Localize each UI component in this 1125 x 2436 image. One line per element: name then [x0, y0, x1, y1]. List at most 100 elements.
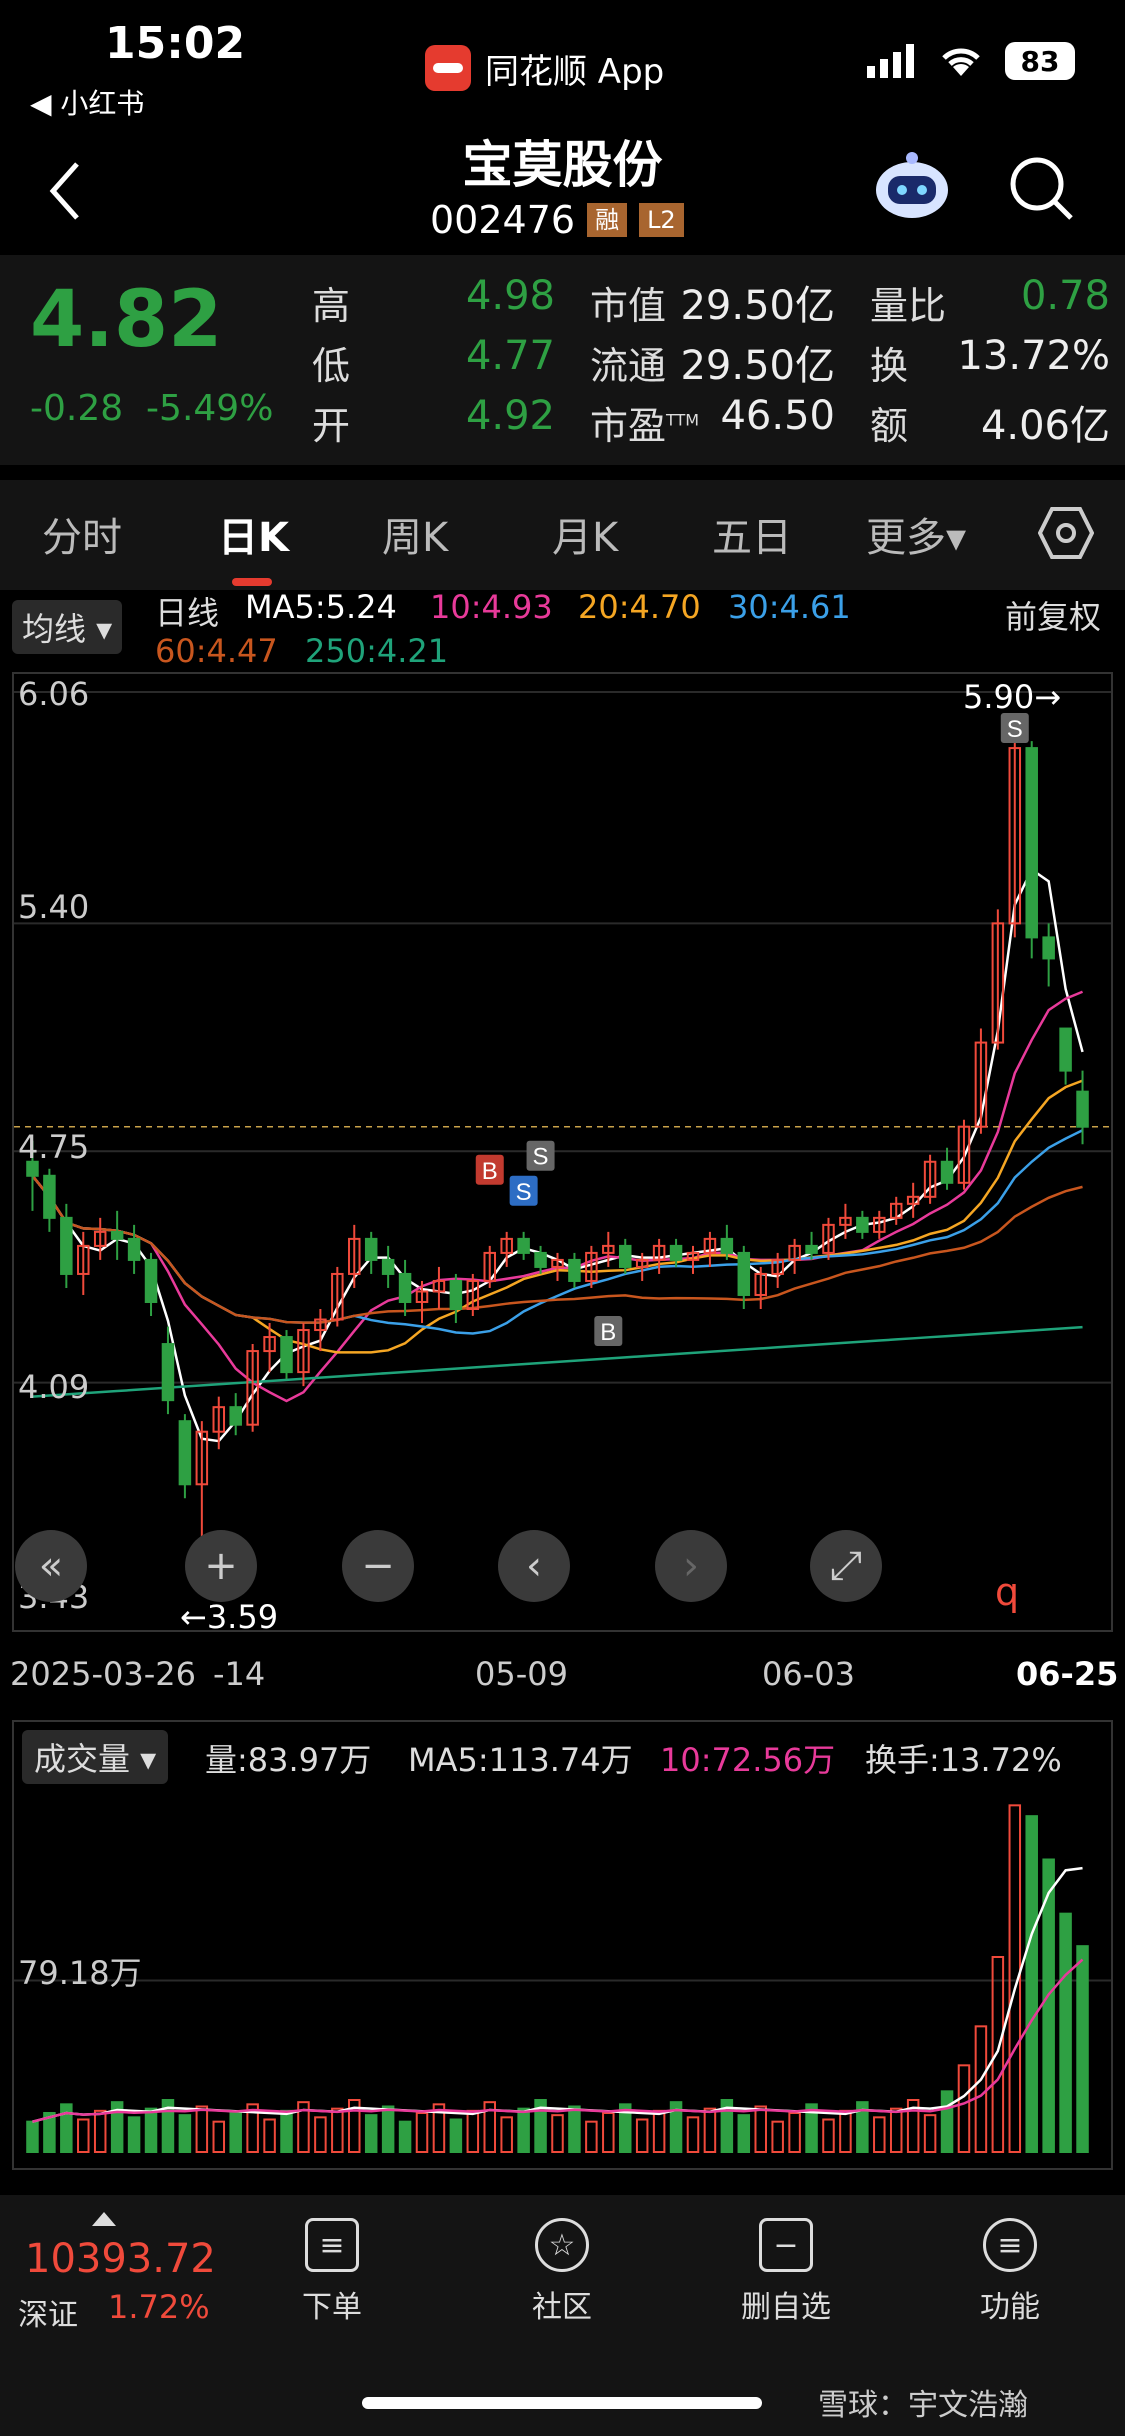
back-to-app-link[interactable]: ◀ 小红书: [30, 82, 144, 122]
volume-bar: [364, 2114, 378, 2153]
functions-button[interactable]: ≡ 功能: [940, 2218, 1080, 2326]
search-icon[interactable]: [1005, 152, 1075, 222]
candle-body: [618, 1244, 632, 1268]
scroll-left-button[interactable]: ‹: [498, 1530, 570, 1602]
ma5-value: MA5:5.24: [245, 588, 397, 626]
volume-bar: [957, 2064, 971, 2154]
volume-bar: [178, 2114, 192, 2153]
ma10-value: 10:4.93: [430, 588, 553, 626]
volume-bar: [568, 2105, 581, 2153]
volume-bar: [585, 2120, 598, 2153]
remove-watchlist-button[interactable]: − 删自选: [716, 2218, 856, 2326]
app-name: 同花顺 App: [425, 42, 664, 94]
low-value: 4.77: [465, 333, 555, 379]
fullscreen-button[interactable]: ⤢: [810, 1530, 882, 1602]
volume-bar: [127, 2116, 141, 2154]
price-axis-2: 5.40: [18, 888, 90, 926]
scroll-right-button[interactable]: ›: [655, 1530, 727, 1602]
kline-chart[interactable]: BSSBS: [12, 672, 1113, 1632]
zoom-in-button[interactable]: +: [185, 1530, 257, 1602]
candle-body: [534, 1251, 547, 1268]
volume-bar: [466, 2109, 480, 2154]
ma250-line: [32, 1325, 1083, 1398]
date-axis-end: 06-25: [1016, 1655, 1119, 1693]
volume-axis-label: 79.18万: [18, 1954, 142, 1992]
tab-monthly-k[interactable]: 月K: [552, 505, 618, 563]
candle-body: [280, 1336, 293, 1374]
volume-bar: [93, 2109, 107, 2154]
battery-indicator: 83: [1005, 42, 1075, 80]
stock-title: 宝莫股份: [462, 136, 663, 194]
trade-marker-S: S: [526, 1140, 555, 1171]
date-axis-start: 2025-03-26: [10, 1655, 196, 1693]
volume-bar: [686, 2116, 700, 2154]
remove-label: 删自选: [741, 2290, 831, 2325]
ma-line: [31, 1129, 1084, 1335]
price-axis-top: 6.06: [18, 675, 90, 713]
candle-body: [449, 1279, 463, 1311]
system-indicators: 83: [867, 42, 1075, 80]
candle-body: [568, 1258, 581, 1282]
volume-bar: [839, 2109, 852, 2154]
volume-bar: [314, 2116, 327, 2154]
volume-bar: [77, 2118, 90, 2153]
candle-body: [1076, 1090, 1089, 1128]
volume-bar: [602, 2112, 615, 2153]
candle-body: [720, 1237, 734, 1254]
volume-bar: [229, 2112, 242, 2153]
volume-indicator-selector[interactable]: 成交量 ▾: [22, 1730, 169, 1784]
community-button[interactable]: ☆ 社区: [492, 2218, 632, 2326]
float-value: 29.50亿: [680, 343, 835, 389]
high-annotation: 5.90→: [963, 678, 1062, 716]
candle-body: [364, 1237, 378, 1261]
tab-intraday[interactable]: 分时: [42, 505, 122, 563]
volume-bar: [195, 2105, 209, 2153]
volume-bar: [381, 2105, 395, 2153]
tab-more[interactable]: 更多▾: [866, 505, 966, 563]
adjust-mode[interactable]: 前复权: [1005, 592, 1101, 638]
volume-bar: [889, 2107, 903, 2153]
volume-bar: [331, 2107, 344, 2153]
candle-body: [381, 1258, 395, 1275]
mcap-value: 29.50亿: [680, 283, 835, 329]
status-time: 15:02: [105, 18, 246, 69]
tab-weekly-k[interactable]: 周K: [382, 505, 448, 563]
pe-label: 市盈TTM: [590, 395, 699, 450]
volume-chart[interactable]: [12, 1720, 1113, 2170]
volume-value: 量:83.97万: [205, 1741, 372, 1779]
zoom-out-button[interactable]: −: [342, 1530, 414, 1602]
volume-bar: [398, 2120, 412, 2153]
ma250-value: 250:4.21: [305, 632, 448, 670]
wifi-icon: [942, 48, 980, 76]
candle-body: [1025, 747, 1038, 939]
turnover-label: 换: [870, 344, 909, 388]
volume-bar: [822, 2118, 835, 2153]
candle-body: [43, 1174, 56, 1219]
candle-body: [669, 1244, 683, 1261]
margin-tag: 融: [587, 203, 628, 237]
volume-bar: [60, 2103, 73, 2154]
order-button[interactable]: ≡ 下单: [262, 2218, 402, 2326]
price-axis-4: 4.09: [18, 1368, 90, 1406]
date-axis-4: 06-03: [762, 1655, 855, 1693]
indicator-selector[interactable]: 均线 ▾: [12, 600, 123, 654]
svg-text:S: S: [516, 1179, 532, 1206]
candle-body: [805, 1244, 818, 1254]
volume-bar: [1076, 1945, 1089, 2153]
index-value[interactable]: 10393.72: [25, 2236, 216, 2282]
menu-circle-icon: ≡: [983, 2218, 1037, 2272]
mcap-label: 市值: [590, 284, 667, 328]
home-indicator: [362, 2397, 762, 2409]
float-label: 流通: [590, 344, 667, 388]
settings-hexagon-icon[interactable]: [1038, 505, 1094, 561]
tab-five-day[interactable]: 五日: [712, 505, 792, 563]
rewind-button[interactable]: «: [15, 1530, 87, 1602]
trade-marker-S: S: [1000, 713, 1029, 744]
order-label: 下单: [302, 2290, 362, 2325]
ma60-value: 60:4.47: [155, 632, 278, 670]
robot-assistant-icon[interactable]: [870, 150, 954, 222]
trade-marker-S: S: [509, 1175, 538, 1206]
candle-body: [178, 1420, 192, 1486]
tab-daily-k[interactable]: 日K: [218, 505, 289, 563]
open-label: 开: [312, 404, 351, 448]
